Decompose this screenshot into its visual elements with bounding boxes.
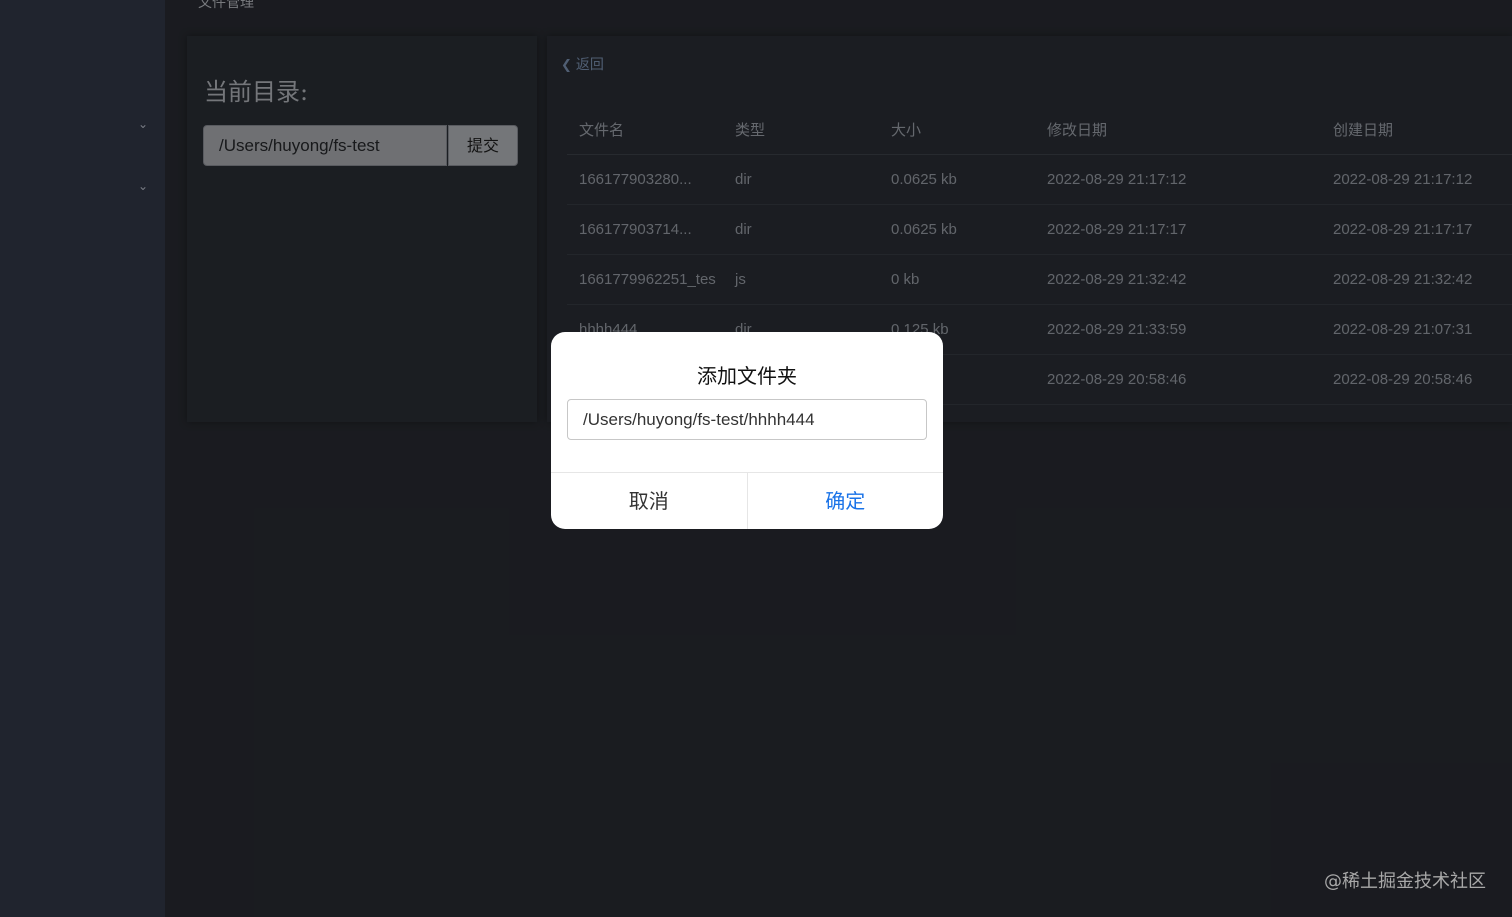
watermark: @稀土掘金技术社区 [1324, 871, 1486, 892]
dialog-title: 添加文件夹 [697, 364, 797, 388]
dialog-actions: 取消 确定 [551, 472, 943, 529]
confirm-button[interactable]: 确定 [748, 473, 944, 529]
folder-path-input[interactable]: /Users/huyong/fs-test/hhhh444 [567, 399, 927, 440]
add-folder-dialog: 添加文件夹 /Users/huyong/fs-test/hhhh444 取消 确… [551, 332, 943, 529]
cancel-button[interactable]: 取消 [551, 473, 748, 529]
